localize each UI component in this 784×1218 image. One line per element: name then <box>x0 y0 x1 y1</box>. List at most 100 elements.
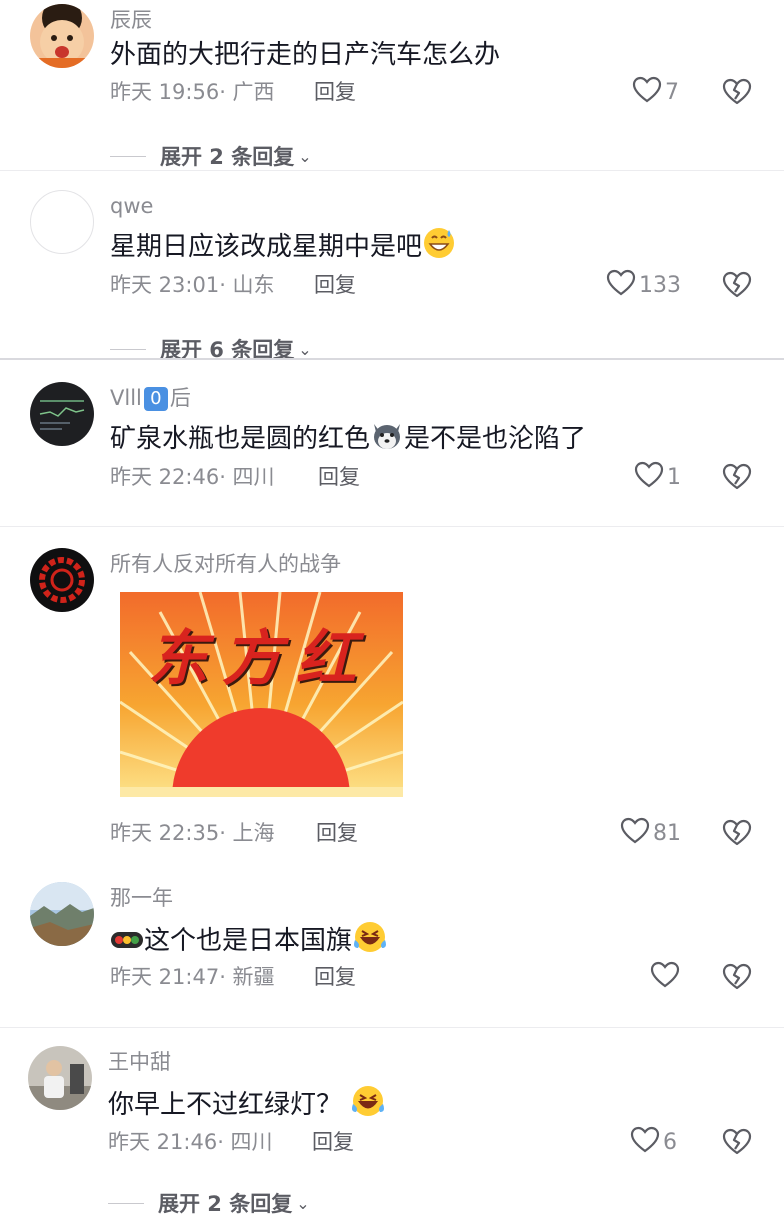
broken-heart-icon <box>722 271 752 303</box>
comment-item: 那一年 这个也是日本国旗 昨天 21:47· 新疆 回复 <box>0 864 784 1028</box>
username[interactable]: 辰辰 <box>110 6 152 34</box>
divider <box>0 170 784 171</box>
comment-meta: 昨天 19:56· 广西 <box>110 78 275 106</box>
husky-dog-emoji-icon <box>370 418 404 461</box>
broken-heart-icon <box>722 1128 752 1160</box>
avatar[interactable] <box>30 548 94 612</box>
comment-text-before: 矿泉水瓶也是圆的红色 <box>110 424 371 454</box>
comment-item: 所有人反对所有人的战争 东方红 昨天 22:35· 上海 回复 81 <box>0 528 784 864</box>
comment-time: 昨天 21:46 <box>108 1130 218 1154</box>
username[interactable]: Vlll 0 后 <box>110 384 191 412</box>
image-caption: 东方红 <box>148 624 370 694</box>
expand-replies-label: 展开 2 条回复 <box>160 145 295 169</box>
like-button[interactable]: 6 <box>630 1126 677 1158</box>
chevron-down-icon: ⌄ <box>296 1193 310 1213</box>
comment-location: · 上海 <box>219 821 275 845</box>
reply-button[interactable]: 回复 <box>316 819 358 847</box>
like-button[interactable]: 1 <box>634 461 681 493</box>
comment-text-body: 星期日应该改成星期中是吧 <box>110 232 423 262</box>
comment-time: 昨天 21:47 <box>110 965 220 989</box>
dislike-button[interactable] <box>722 963 752 993</box>
avatar[interactable] <box>30 382 94 446</box>
reply-button[interactable]: 回复 <box>314 963 356 991</box>
expand-replies[interactable]: 展开 2 条回复 ⌄ <box>108 1188 310 1218</box>
broken-heart-icon <box>722 963 752 995</box>
comment-location: · 广西 <box>219 80 275 104</box>
like-count: 7 <box>665 79 679 105</box>
comment-text: 外面的大把行走的日产汽车怎么办 <box>110 40 501 70</box>
comment-item: 辰辰 外面的大把行走的日产汽车怎么办 昨天 19:56· 广西 回复 7 展开 … <box>0 0 784 172</box>
comment-item: qwe 星期日应该改成星期中是吧 昨天 23:01· 山东 回复 133 展开 … <box>0 172 784 362</box>
comment-text: 矿泉水瓶也是圆的红色 是不是也沦陷了 <box>110 418 586 461</box>
heart-outline-icon <box>650 961 680 993</box>
reply-button[interactable]: 回复 <box>314 78 356 106</box>
expand-replies[interactable]: 展开 2 条回复 ⌄ <box>110 141 312 171</box>
like-button[interactable]: 81 <box>620 817 681 849</box>
username[interactable]: 那一年 <box>110 884 173 912</box>
chevron-down-icon: ⌄ <box>298 339 312 359</box>
comment-text: 星期日应该改成星期中是吧 <box>110 226 456 269</box>
comment-time: 昨天 23:01 <box>110 273 220 297</box>
comment-time: 昨天 19:56 <box>110 80 220 104</box>
like-count: 6 <box>663 1129 677 1155</box>
comment-text: 你早上不过红绿灯？ <box>108 1084 386 1127</box>
reply-button[interactable]: 回复 <box>318 463 360 491</box>
dislike-button[interactable] <box>722 271 752 301</box>
comment-text-body: 这个也是日本国旗 <box>144 926 353 956</box>
comment-time: 昨天 22:46 <box>110 465 220 489</box>
comment-text: 这个也是日本国旗 <box>110 920 388 963</box>
like-button[interactable]: 7 <box>632 76 679 108</box>
broken-heart-icon <box>722 819 752 851</box>
heart-outline-icon <box>620 817 650 849</box>
comment-text-body: 你早上不过红绿灯？ <box>108 1090 343 1120</box>
like-button[interactable] <box>650 961 683 993</box>
like-count: 1 <box>667 464 681 490</box>
comment-item: Vlll 0 后 矿泉水瓶也是圆的红色 是不是也沦陷了 昨天 22:46· 四川 回… <box>0 360 784 526</box>
comment-image[interactable]: 东方红 <box>120 592 403 797</box>
comment-meta: 昨天 22:35· 上海 <box>110 819 275 847</box>
like-count: 133 <box>639 272 681 298</box>
comment-meta: 昨天 21:46· 四川 <box>108 1128 273 1156</box>
heart-outline-icon <box>606 269 636 301</box>
like-button[interactable]: 133 <box>606 269 681 301</box>
comment-meta: 昨天 22:46· 四川 <box>110 463 275 491</box>
avatar[interactable] <box>30 190 94 254</box>
broken-heart-icon <box>722 463 752 495</box>
username[interactable]: 所有人反对所有人的战争 <box>110 550 341 578</box>
dislike-button[interactable] <box>722 1128 752 1158</box>
comment-location: · 四川 <box>217 1130 273 1154</box>
username[interactable]: qwe <box>110 192 153 220</box>
chevron-down-icon: ⌄ <box>298 146 312 166</box>
heart-outline-icon <box>630 1126 660 1158</box>
comment-location: · 新疆 <box>219 965 275 989</box>
traffic-light-emoji-icon <box>110 925 144 959</box>
heart-outline-icon <box>632 76 662 108</box>
comment-time: 昨天 22:35 <box>110 821 220 845</box>
laughing-tears-emoji-icon <box>350 1084 386 1127</box>
avatar[interactable] <box>30 882 94 946</box>
avatar[interactable] <box>28 1046 92 1110</box>
comment-location: · 四川 <box>219 465 275 489</box>
username-prefix: Vlll <box>110 386 142 410</box>
avatar[interactable] <box>30 4 94 68</box>
username-suffix: 后 <box>169 386 191 410</box>
comment-meta: 昨天 23:01· 山东 <box>110 271 275 299</box>
grinning-sweat-emoji-icon <box>422 226 456 269</box>
divider <box>0 526 784 527</box>
dislike-button[interactable] <box>722 463 752 493</box>
expand-replies-label: 展开 2 条回复 <box>158 1192 293 1216</box>
comment-text-after: 是不是也沦陷了 <box>404 424 587 454</box>
reply-button[interactable]: 回复 <box>314 271 356 299</box>
dislike-button[interactable] <box>722 819 752 849</box>
username-badge: 0 <box>143 387 168 411</box>
dislike-button[interactable] <box>722 78 752 108</box>
username[interactable]: 王中甜 <box>108 1048 171 1076</box>
reply-button[interactable]: 回复 <box>312 1128 354 1156</box>
comment-item: 王中甜 你早上不过红绿灯？ 昨天 21:46· 四川 回复 6 展开 2 条回复… <box>0 1028 784 1216</box>
laughing-tears-emoji-icon <box>352 920 388 963</box>
broken-heart-icon <box>722 78 752 110</box>
like-count: 81 <box>653 820 681 846</box>
comment-location: · 山东 <box>219 273 275 297</box>
comment-meta: 昨天 21:47· 新疆 <box>110 963 275 991</box>
heart-outline-icon <box>634 461 664 493</box>
